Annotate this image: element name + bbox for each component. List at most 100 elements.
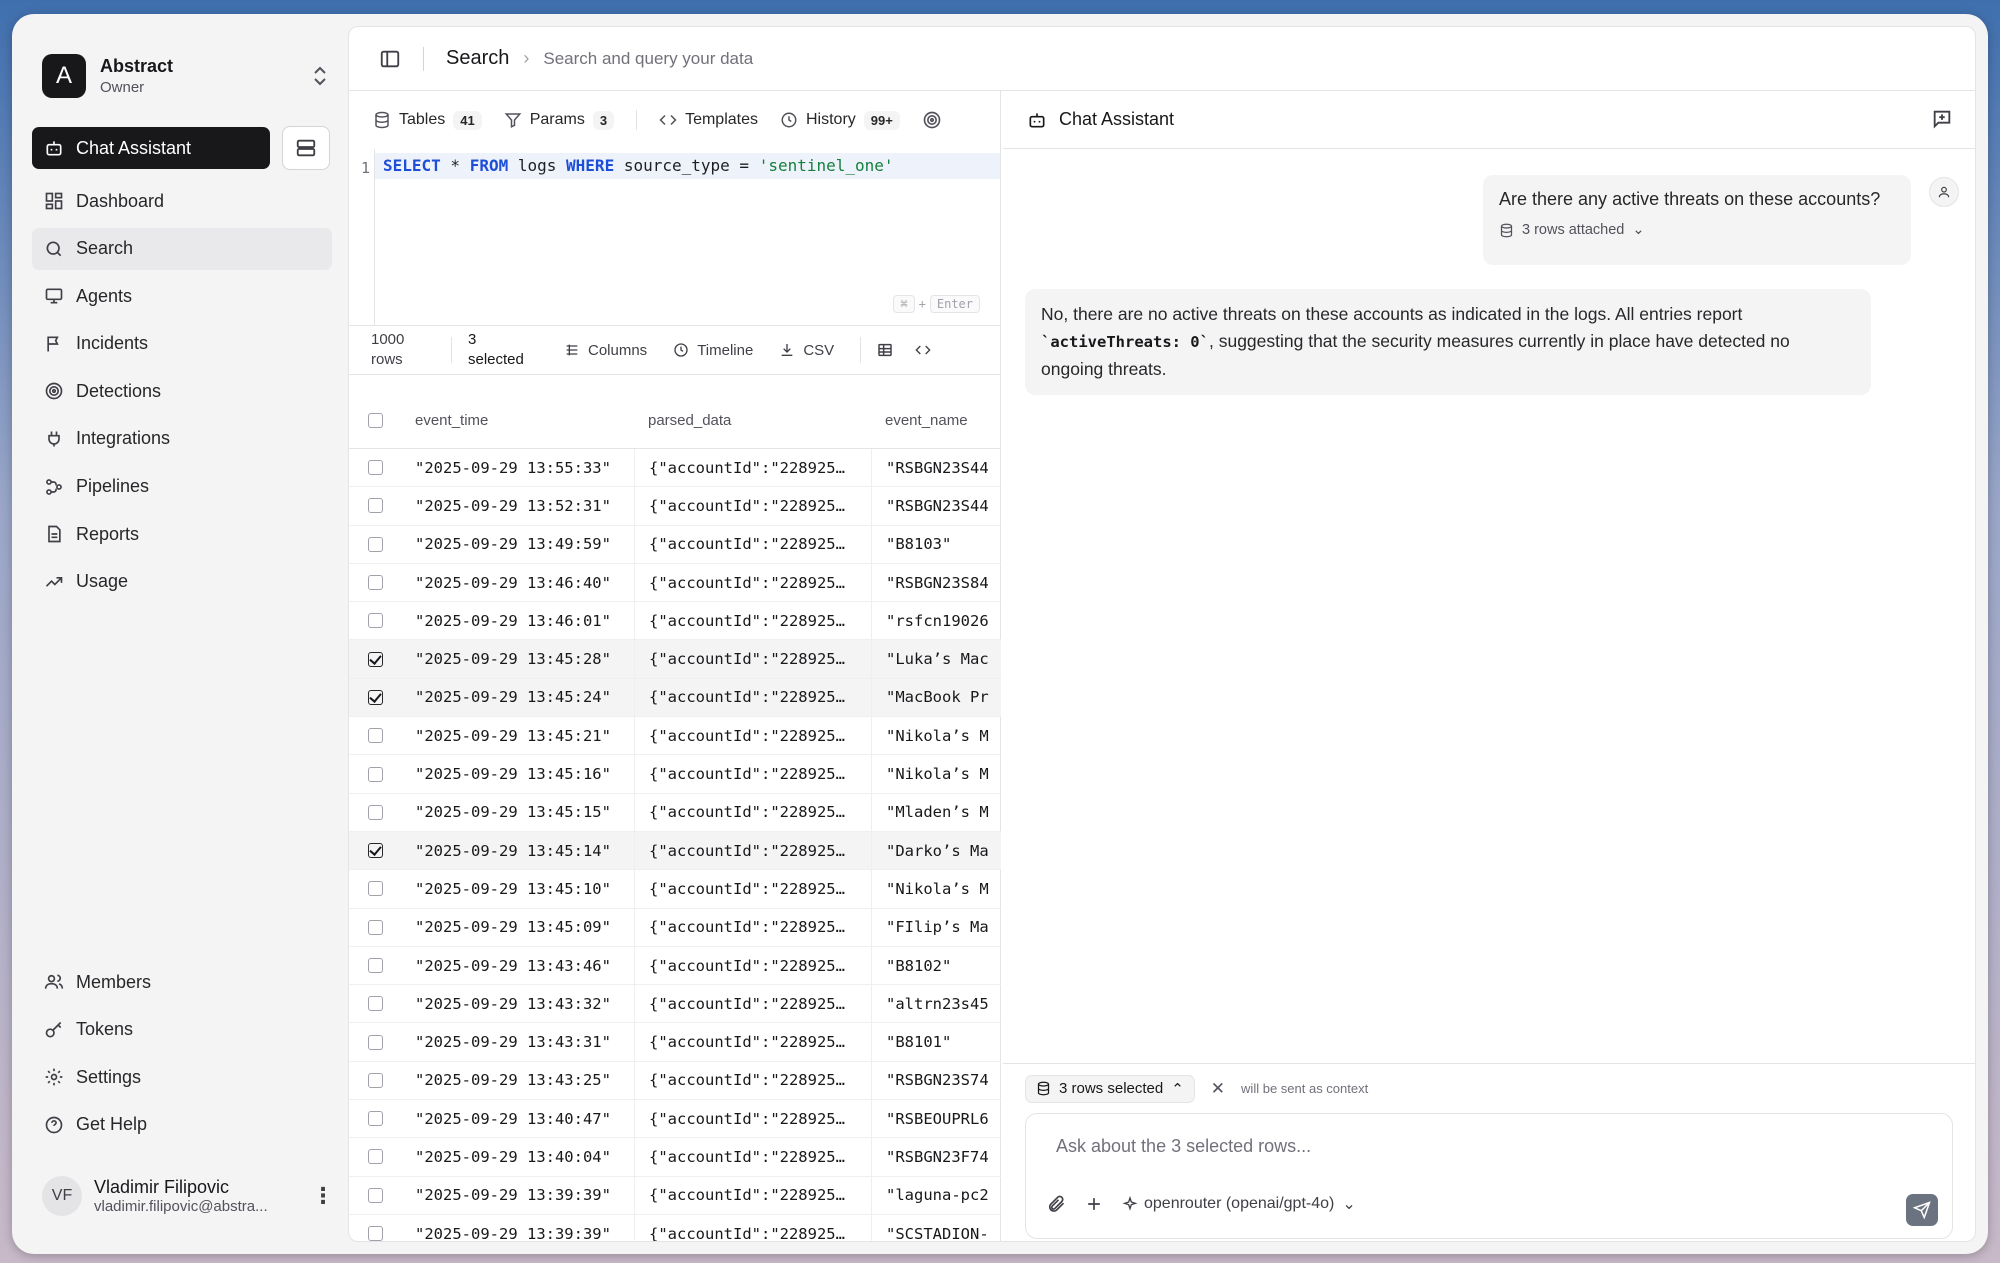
column-header-parsed-data[interactable]: parsed_data bbox=[634, 393, 871, 448]
row-checkbox[interactable] bbox=[367, 689, 383, 705]
table-row[interactable]: "2025-09-29 13:40:04" {"accountId":"22892… bbox=[349, 1138, 1001, 1177]
table-row[interactable]: "2025-09-29 13:45:10" {"accountId":"22892… bbox=[349, 870, 1001, 909]
cell-event-name: "Luka’s Mac bbox=[871, 640, 1001, 678]
table-row[interactable]: "2025-09-29 13:49:59" {"accountId":"22892… bbox=[349, 525, 1001, 564]
row-checkbox[interactable] bbox=[367, 958, 383, 973]
sidebar-item-label: Get Help bbox=[76, 1114, 148, 1135]
chat-assistant-button[interactable]: Chat Assistant bbox=[32, 127, 270, 169]
sql-text: logs bbox=[508, 156, 567, 175]
sidebar-item-detections[interactable]: Detections bbox=[32, 370, 332, 412]
cell-parsed-data: {"accountId":"228925… bbox=[634, 755, 871, 793]
tab-tables[interactable]: Tables 41 bbox=[373, 110, 482, 130]
send-button[interactable] bbox=[1906, 1194, 1938, 1226]
close-icon[interactable]: ✕ bbox=[1211, 1079, 1225, 1099]
csv-export-button[interactable]: CSV bbox=[779, 342, 834, 359]
row-checkbox[interactable] bbox=[367, 651, 383, 667]
chat-title: Chat Assistant bbox=[1059, 109, 1175, 129]
row-checkbox[interactable] bbox=[367, 575, 383, 591]
row-checkbox[interactable] bbox=[367, 996, 383, 1012]
table-row[interactable]: "2025-09-29 13:39:39" {"accountId":"22892… bbox=[349, 1176, 1001, 1215]
table-row[interactable]: "2025-09-29 13:55:33" {"accountId":"22892… bbox=[349, 449, 1001, 488]
sql-editor[interactable]: 1 SELECT * FROM logs WHERE source_type =… bbox=[349, 149, 1000, 325]
model-selector[interactable]: openrouter (openai/gpt-4o) ⌄ bbox=[1122, 1194, 1356, 1214]
table-row[interactable]: "2025-09-29 13:52:31" {"accountId":"22892… bbox=[349, 487, 1001, 526]
sidebar-item-search[interactable]: Search bbox=[32, 227, 332, 270]
table-row[interactable]: "2025-09-29 13:45:14" {"accountId":"22892… bbox=[349, 831, 1001, 871]
sidebar-item-incidents[interactable]: Incidents bbox=[32, 323, 332, 365]
sidebar-item-pipelines[interactable]: Pipelines bbox=[32, 466, 332, 508]
table-row[interactable]: "2025-09-29 13:39:39" {"accountId":"22892… bbox=[349, 1214, 1001, 1241]
sidebar-item-members[interactable]: Members bbox=[32, 961, 332, 1003]
sql-query[interactable]: SELECT * FROM logs WHERE source_type = '… bbox=[375, 153, 1000, 179]
row-checkbox[interactable] bbox=[367, 498, 383, 514]
plus-icon[interactable] bbox=[1084, 1194, 1104, 1214]
column-header-event-name[interactable]: event_name bbox=[871, 393, 1001, 448]
cell-event-name: "RSBGN23F74 bbox=[871, 1138, 1001, 1176]
sidebar-item-integrations[interactable]: Integrations bbox=[32, 418, 332, 460]
user-profile[interactable]: VF Vladimir Filipovic vladimir.filipovic… bbox=[42, 1168, 334, 1224]
table-row[interactable]: "2025-09-29 13:45:09" {"accountId":"22892… bbox=[349, 908, 1001, 947]
sql-text: * bbox=[440, 156, 470, 175]
row-checkbox[interactable] bbox=[367, 728, 383, 744]
chat-input[interactable] bbox=[1056, 1136, 1856, 1157]
timeline-label: Timeline bbox=[697, 341, 754, 359]
row-checkbox[interactable] bbox=[367, 1072, 383, 1088]
table-row[interactable]: "2025-09-29 13:46:40" {"accountId":"22892… bbox=[349, 563, 1001, 603]
row-checkbox[interactable] bbox=[367, 1034, 383, 1050]
table-row[interactable]: "2025-09-29 13:45:16" {"accountId":"22892… bbox=[349, 755, 1001, 794]
table-row[interactable]: "2025-09-29 13:46:01" {"accountId":"22892… bbox=[349, 602, 1001, 641]
row-checkbox[interactable] bbox=[367, 613, 383, 629]
row-checkbox[interactable] bbox=[367, 804, 383, 820]
row-checkbox[interactable] bbox=[367, 460, 383, 476]
row-checkbox[interactable] bbox=[367, 766, 383, 782]
table-row[interactable]: "2025-09-29 13:45:28" {"accountId":"22892… bbox=[349, 640, 1001, 679]
help-icon bbox=[45, 1116, 63, 1134]
row-checkbox[interactable] bbox=[367, 843, 383, 859]
json-view-button[interactable] bbox=[915, 342, 939, 358]
panel-layout-button[interactable] bbox=[282, 126, 330, 170]
row-checkbox[interactable] bbox=[367, 1111, 383, 1127]
cell-event-time: "2025-09-29 13:40:04" bbox=[415, 1147, 611, 1166]
new-chat-icon[interactable] bbox=[1931, 108, 1953, 130]
attached-rows-toggle[interactable]: 3 rows attached ⌄ bbox=[1499, 222, 1895, 238]
row-checkbox[interactable] bbox=[367, 919, 383, 935]
tab-detections[interactable] bbox=[922, 110, 950, 130]
table-row[interactable]: "2025-09-29 13:45:15" {"accountId":"22892… bbox=[349, 793, 1001, 832]
table-row[interactable]: "2025-09-29 13:43:46" {"accountId":"22892… bbox=[349, 946, 1001, 986]
sidebar-toggle-icon[interactable] bbox=[379, 48, 401, 70]
tab-params[interactable]: Params 3 bbox=[504, 110, 615, 130]
column-header-event-time[interactable]: event_time bbox=[401, 412, 634, 429]
sidebar-item-agents[interactable]: Agents bbox=[32, 275, 332, 317]
table-row[interactable]: "2025-09-29 13:43:25" {"accountId":"22892… bbox=[349, 1061, 1001, 1101]
row-checkbox[interactable] bbox=[367, 1149, 383, 1165]
sidebar-item-reports[interactable]: Reports bbox=[32, 513, 332, 555]
sidebar-item-dashboard[interactable]: Dashboard bbox=[32, 180, 332, 222]
model-label: openrouter (openai/gpt-4o) bbox=[1144, 1195, 1335, 1212]
table-view-button[interactable] bbox=[877, 342, 901, 358]
timeline-button[interactable]: Timeline bbox=[673, 342, 753, 359]
paperclip-icon[interactable] bbox=[1046, 1194, 1066, 1214]
table-row[interactable]: "2025-09-29 13:43:32" {"accountId":"22892… bbox=[349, 985, 1001, 1024]
row-checkbox[interactable] bbox=[367, 1187, 383, 1203]
cell-event-name: "RSBEOUPRL6 bbox=[871, 1100, 1001, 1138]
sidebar-item-tokens[interactable]: Tokens bbox=[32, 1009, 332, 1051]
table-row[interactable]: "2025-09-29 13:45:21" {"accountId":"22892… bbox=[349, 717, 1001, 756]
columns-button[interactable]: Columns bbox=[564, 342, 647, 359]
row-checkbox[interactable] bbox=[367, 536, 383, 552]
assistant-code: `activeThreats: 0` bbox=[1041, 333, 1209, 351]
table-row[interactable]: "2025-09-29 13:45:24" {"accountId":"22892… bbox=[349, 678, 1001, 718]
row-checkbox[interactable] bbox=[367, 881, 383, 897]
cell-event-name: "RSBGN23S74 bbox=[871, 1061, 1001, 1100]
sidebar-item-usage[interactable]: Usage bbox=[32, 561, 332, 603]
sidebar-item-settings[interactable]: Settings bbox=[32, 1056, 332, 1098]
row-checkbox[interactable] bbox=[367, 1226, 383, 1241]
select-all-checkbox[interactable] bbox=[367, 413, 383, 428]
table-row[interactable]: "2025-09-29 13:40:47" {"accountId":"22892… bbox=[349, 1100, 1001, 1139]
more-vertical-icon[interactable]: ⋮ bbox=[312, 1183, 334, 1209]
tab-history[interactable]: History 99+ bbox=[780, 110, 900, 130]
sidebar-item-get-help[interactable]: Get Help bbox=[32, 1104, 332, 1146]
org-switcher[interactable]: A Abstract Owner bbox=[42, 48, 332, 104]
table-row[interactable]: "2025-09-29 13:43:31" {"accountId":"22892… bbox=[349, 1023, 1001, 1062]
tab-templates[interactable]: Templates bbox=[659, 111, 758, 129]
context-rows-pill[interactable]: 3 rows selected ⌃ bbox=[1025, 1074, 1195, 1103]
